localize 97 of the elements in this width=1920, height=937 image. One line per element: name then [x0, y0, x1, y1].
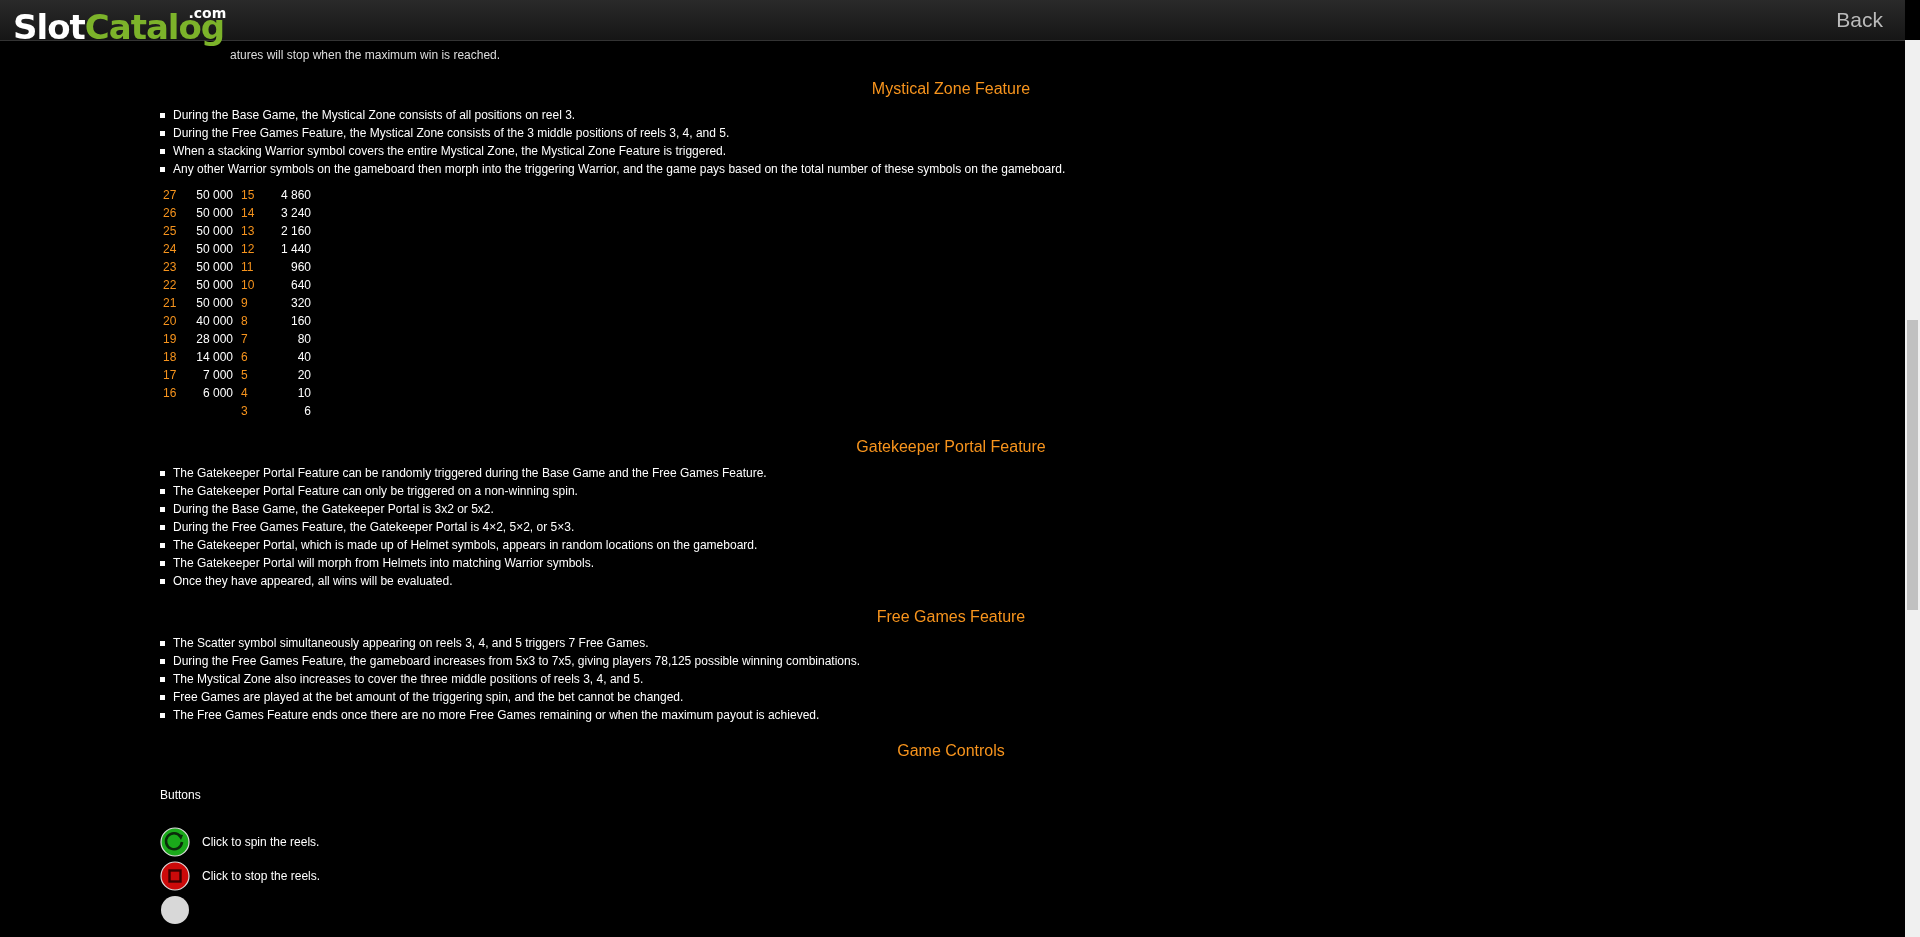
- list-item: The Mystical Zone also increases to cover the three middle positions of reels 3, 4, and 5.: [173, 671, 644, 688]
- list-item: Any other Warrior symbols on the gameboard then morph into the triggering Warrior, and the game pays based on the total number of these symbols on the gameboard.: [173, 161, 1066, 178]
- symbol-count: 11: [241, 260, 255, 274]
- list-item: When a stacking Warrior symbol covers the entire Mystical Zone, the Mystical Zone Feature is triggered.: [173, 143, 727, 160]
- logo[interactable]: SlotCatalog .com: [13, 10, 225, 44]
- payout-value: 50 000: [195, 260, 233, 274]
- section-heading: Mystical Zone Feature: [870, 80, 1032, 98]
- list-item: During the Free Games Feature, the Mystical Zone consists of the 3 middle positions of reels 3, 4, and 5.: [173, 125, 730, 142]
- bullet-icon: [160, 166, 165, 172]
- list-item: The Gatekeeper Portal Feature can be randomly triggered during the Base Game and the Free Games Feature.: [173, 465, 767, 482]
- symbol-count: 15: [241, 188, 256, 202]
- symbol-count: 4: [241, 386, 249, 400]
- list-item: The Gatekeeper Portal will morph from Helmets into matching Warrior symbols.: [173, 555, 595, 572]
- scrollbar-thumb[interactable]: [1907, 320, 1918, 610]
- symbol-count: 20: [163, 314, 178, 328]
- back-link[interactable]: Back: [1836, 8, 1883, 32]
- control-description: Click to stop the reels.: [202, 869, 321, 883]
- bullet-icon: [160, 676, 165, 682]
- payout-value: 640: [289, 278, 311, 292]
- bullet-icon: [160, 712, 165, 718]
- list-item: The Scatter symbol simultaneously appearing on reels 3, 4, and 5 triggers 7 Free Games.: [173, 635, 649, 652]
- round-icon: [160, 895, 190, 925]
- symbol-count: 13: [241, 224, 256, 238]
- symbol-count: 7: [241, 332, 249, 346]
- section-heading: Gatekeeper Portal Feature: [855, 438, 1047, 456]
- symbol-count: 9: [241, 296, 249, 310]
- symbol-count: 3: [241, 404, 249, 418]
- symbol-count: 17: [163, 368, 178, 382]
- symbol-count: 16: [163, 386, 178, 400]
- bullet-icon: [160, 112, 165, 118]
- symbol-count: 14: [241, 206, 256, 220]
- subheading: Buttons: [160, 788, 202, 802]
- bullet-icon: [160, 488, 165, 494]
- symbol-count: 19: [163, 332, 178, 346]
- bullet-icon: [160, 694, 165, 700]
- payout-value: 1 440: [279, 242, 311, 256]
- section-heading: Game Controls: [896, 742, 1006, 760]
- symbol-count: 18: [163, 350, 178, 364]
- payout-value: 320: [289, 296, 311, 310]
- list-item: During the Base Game, the Mystical Zone consists of all positions on reel 3.: [173, 107, 576, 124]
- list-item: During the Free Games Feature, the gameboard increases from 5x3 to 7x5, giving players 78,125 possible winning combinations.: [173, 653, 861, 670]
- payout-value: 7 000: [201, 368, 233, 382]
- bullet-icon: [160, 578, 165, 584]
- payout-value: 6 000: [201, 386, 233, 400]
- list-item: Once they have appeared, all wins will be evaluated.: [173, 573, 453, 590]
- payout-value: 14 000: [195, 350, 233, 364]
- payout-value: 20: [296, 368, 311, 382]
- symbol-count: 12: [241, 242, 256, 256]
- payout-value: 28 000: [195, 332, 233, 346]
- symbol-count: 10: [241, 278, 256, 292]
- symbol-count: 25: [163, 224, 178, 238]
- payout-value: 50 000: [195, 224, 233, 238]
- payout-value: 40 000: [195, 314, 233, 328]
- bullet-icon: [160, 470, 165, 476]
- bullet-icon: [160, 658, 165, 664]
- payout-value: 50 000: [195, 206, 233, 220]
- payout-value: 4 860: [279, 188, 311, 202]
- control-description: Click to spin the reels.: [202, 835, 320, 849]
- symbol-count: 27: [163, 188, 178, 202]
- bullet-icon: [160, 148, 165, 154]
- list-item: Free Games are played at the bet amount of the triggering spin, and the bet cannot be changed.: [173, 689, 684, 706]
- list-item: The Gatekeeper Portal, which is made up of Helmet symbols, appears in random locations on the gameboard.: [173, 537, 758, 554]
- payout-value: 50 000: [195, 278, 233, 292]
- symbol-count: 26: [163, 206, 178, 220]
- section-heading: Free Games Feature: [875, 608, 1027, 626]
- scrollbar[interactable]: [1905, 40, 1920, 937]
- symbol-count: 6: [241, 350, 249, 364]
- bullet-icon: [160, 542, 165, 548]
- stop-icon: [160, 861, 190, 891]
- payout-value: 6: [303, 404, 311, 418]
- payout-value: 40: [296, 350, 311, 364]
- payout-value: 2 160: [279, 224, 311, 238]
- list-item: During the Base Game, the Gatekeeper Portal is 3x2 or 5x2.: [173, 501, 494, 518]
- payout-value: 3 240: [279, 206, 311, 220]
- bullet-icon: [160, 130, 165, 136]
- payout-value: 960: [289, 260, 311, 274]
- symbol-count: 22: [163, 278, 178, 292]
- payout-value: 160: [289, 314, 311, 328]
- symbol-count: 21: [163, 296, 178, 310]
- symbol-count: 5: [241, 368, 249, 382]
- payout-value: 50 000: [195, 242, 233, 256]
- bullet-icon: [160, 524, 165, 530]
- payout-value: 10: [296, 386, 311, 400]
- payout-value: 80: [296, 332, 311, 346]
- symbol-count: 8: [241, 314, 249, 328]
- symbol-count: 23: [163, 260, 178, 274]
- list-item: During the Free Games Feature, the Gatekeeper Portal is 4×2, 5×2, or 5×3.: [173, 519, 575, 536]
- bullet-icon: [160, 640, 165, 646]
- bullet-icon: [160, 506, 165, 512]
- symbol-count: 24: [163, 242, 178, 256]
- list-item: The Gatekeeper Portal Feature can only be triggered on a non-winning spin.: [173, 483, 578, 500]
- payout-value: 50 000: [195, 188, 233, 202]
- payout-value: 50 000: [195, 296, 233, 310]
- list-item: The Free Games Feature ends once there are no more Free Games remaining or when the maximum payout is achieved.: [173, 707, 820, 724]
- bullet-icon: [160, 560, 165, 566]
- spin-icon: [160, 827, 190, 857]
- paragraph: atures will stop when the maximum win is reached.: [230, 48, 502, 62]
